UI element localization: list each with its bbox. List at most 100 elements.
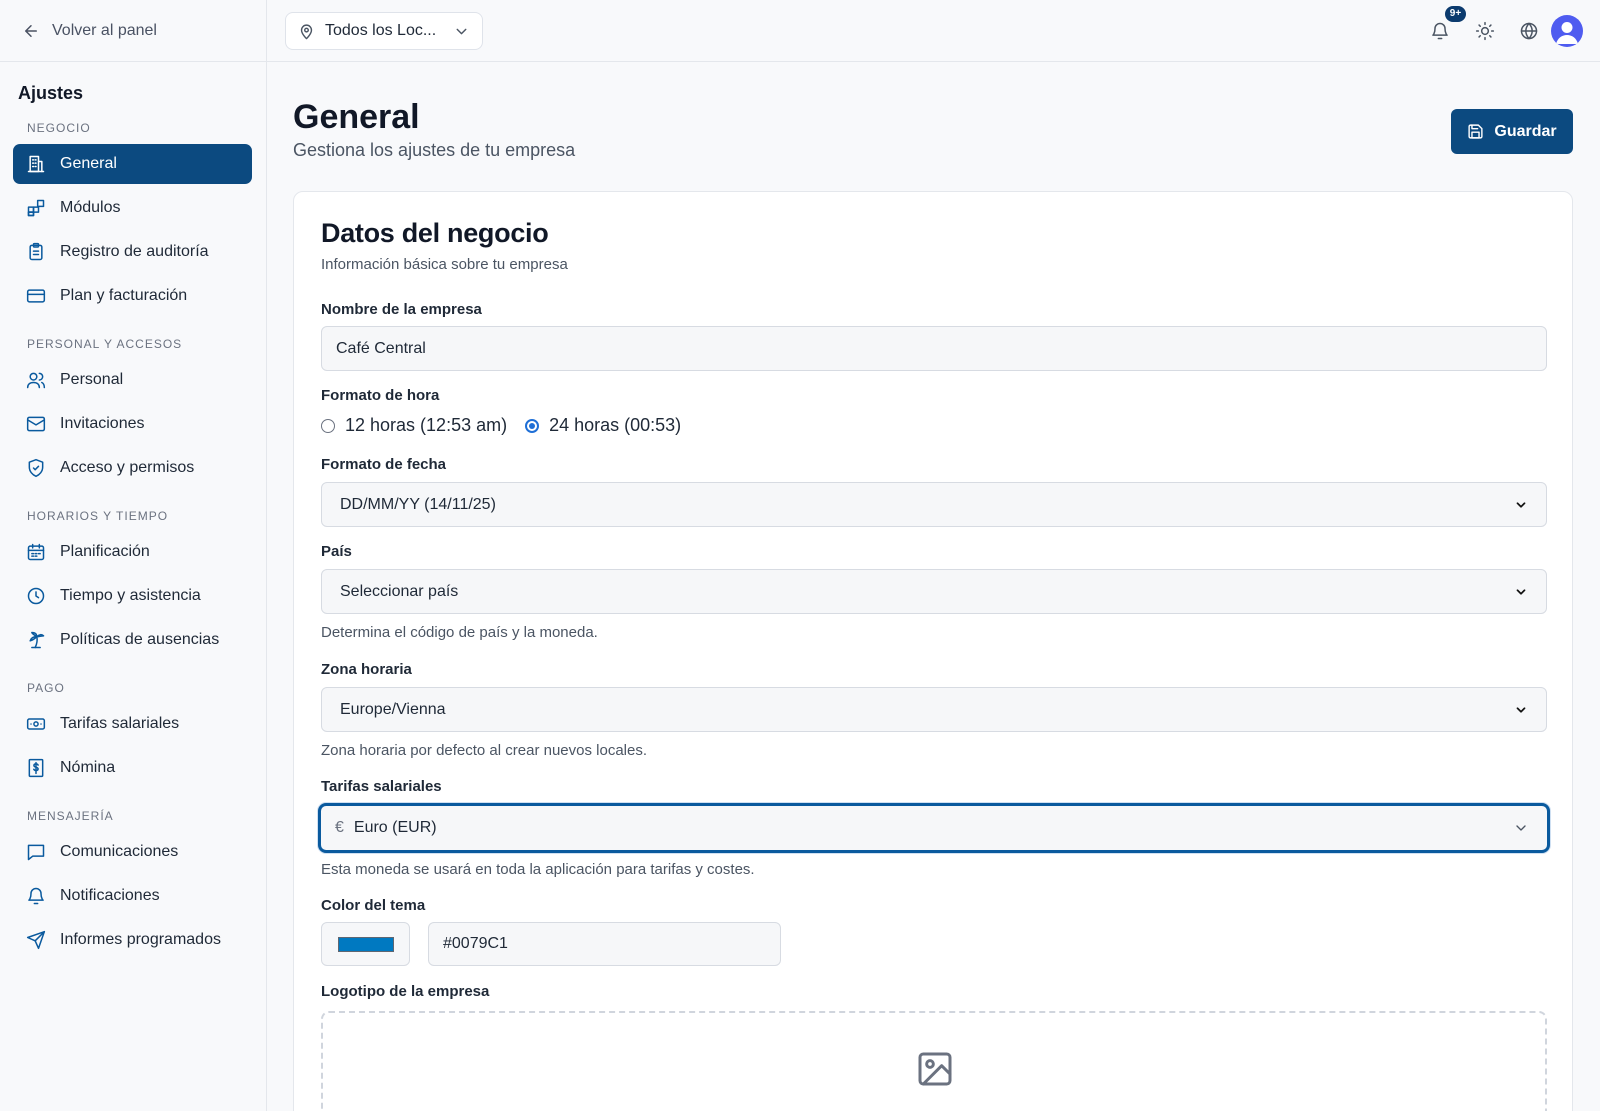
time-format-label: Formato de hora bbox=[321, 387, 440, 404]
date-format-label: Formato de fecha bbox=[321, 456, 447, 473]
section-label-horarios: HORARIOS Y TIEMPO bbox=[27, 509, 169, 523]
back-to-dashboard-link[interactable]: Volver al panel bbox=[0, 0, 266, 62]
banknote-icon bbox=[26, 718, 46, 730]
location-selector-label: Todos los Loc... bbox=[325, 22, 437, 39]
page-title: General bbox=[293, 98, 420, 136]
radio-12h-label[interactable]: 12 horas (12:53 am) bbox=[345, 415, 507, 436]
radio-24h-label[interactable]: 24 horas (00:53) bbox=[549, 415, 681, 436]
clock-icon bbox=[27, 587, 45, 605]
sidebar-item-billing[interactable]: Plan y facturación bbox=[13, 276, 252, 316]
chevron-down-icon bbox=[1516, 706, 1526, 713]
mail-icon bbox=[26, 416, 46, 432]
sidebar-item-label: Módulos bbox=[60, 199, 121, 216]
top-bar: Todos los Loc... bbox=[267, 0, 1600, 62]
sidebar-item-time-attendance[interactable]: Tiempo y asistencia bbox=[13, 576, 252, 616]
page-subtitle: Gestiona los ajustes de tu empresa bbox=[293, 140, 576, 160]
back-link-label: Volver al panel bbox=[52, 21, 157, 39]
sidebar-item-label: Políticas de ausencias bbox=[60, 631, 220, 648]
date-format-select[interactable]: DD/MM/YY (14/11/25) bbox=[321, 482, 1547, 527]
sidebar-item-absence-policies[interactable]: Políticas de ausencias bbox=[13, 620, 252, 660]
sidebar-item-scheduled-reports[interactable]: Informes programados bbox=[13, 920, 252, 960]
receipt-dollar-icon bbox=[28, 758, 44, 778]
sidebar-item-general[interactable]: General bbox=[13, 144, 252, 184]
currency-hint: Esta moneda se usará en toda la aplicaci… bbox=[321, 861, 755, 878]
sidebar-item-wage-rates[interactable]: Tarifas salariales bbox=[13, 704, 252, 744]
map-pin-icon bbox=[300, 23, 313, 39]
users-icon bbox=[26, 372, 46, 389]
sidebar-item-modulos[interactable]: Módulos bbox=[13, 188, 252, 228]
section-label-pago: PAGO bbox=[27, 681, 65, 695]
building-icon bbox=[27, 155, 45, 173]
card-title: Datos del negocio bbox=[321, 218, 549, 248]
country-value: Seleccionar país bbox=[340, 582, 459, 600]
palm-tree-icon bbox=[29, 631, 45, 649]
calendar-icon bbox=[27, 543, 45, 561]
sidebar-item-access[interactable]: Acceso y permisos bbox=[13, 448, 252, 488]
modules-icon bbox=[27, 199, 45, 217]
notification-badge: 9+ bbox=[1445, 6, 1466, 22]
timezone-label: Zona horaria bbox=[321, 661, 412, 678]
user-silhouette-icon bbox=[1556, 22, 1578, 44]
timezone-select[interactable]: Europe/Vienna bbox=[321, 687, 1547, 732]
save-button[interactable]: Guardar bbox=[1451, 109, 1573, 154]
image-icon bbox=[918, 1052, 952, 1086]
sidebar-item-comunicaciones[interactable]: Comunicaciones bbox=[13, 832, 252, 872]
globe-icon[interactable] bbox=[1519, 21, 1539, 41]
sidebar-item-invitaciones[interactable]: Invitaciones bbox=[13, 404, 252, 444]
sidebar-item-audit-log[interactable]: Registro de auditoría bbox=[13, 232, 252, 272]
settings-sidebar: Volver al panel Ajustes NEGOCIO General … bbox=[0, 0, 267, 1111]
date-format-value: DD/MM/YY (14/11/25) bbox=[340, 495, 496, 513]
arrow-left-icon bbox=[25, 24, 37, 37]
sidebar-item-label: Plan y facturación bbox=[60, 287, 188, 304]
section-label-mensajeria: MENSAJERÍA bbox=[27, 809, 114, 823]
currency-value: Euro (EUR) bbox=[353, 819, 437, 836]
sidebar-item-label: Personal bbox=[60, 371, 124, 388]
chevron-down-icon bbox=[1516, 501, 1526, 508]
notifications-bell-icon[interactable] bbox=[1430, 21, 1450, 41]
sidebar-item-nomina[interactable]: Nómina bbox=[13, 748, 252, 788]
sun-icon[interactable] bbox=[1475, 21, 1495, 41]
euro-icon: € bbox=[335, 819, 344, 836]
sidebar-item-label: Notificaciones bbox=[60, 887, 160, 904]
section-label-negocio: NEGOCIO bbox=[27, 121, 91, 135]
country-label: País bbox=[321, 543, 352, 560]
timezone-value: Europe/Vienna bbox=[340, 700, 446, 718]
sidebar-item-label: Invitaciones bbox=[60, 415, 145, 432]
sidebar-item-label: Comunicaciones bbox=[60, 843, 179, 860]
currency-select[interactable]: € Euro (EUR) bbox=[318, 803, 1550, 853]
country-select[interactable]: Seleccionar país bbox=[321, 569, 1547, 614]
theme-color-swatch bbox=[337, 936, 394, 952]
company-name-value: Café Central bbox=[336, 339, 426, 357]
save-icon bbox=[1468, 124, 1483, 139]
sidebar-item-label: Registro de auditoría bbox=[60, 243, 209, 260]
sidebar-item-personal[interactable]: Personal bbox=[13, 360, 252, 400]
shield-check-icon bbox=[28, 458, 44, 478]
location-selector[interactable]: Todos los Loc... bbox=[285, 12, 483, 50]
radio-12h[interactable] bbox=[321, 418, 335, 433]
logo-label: Logotipo de la empresa bbox=[321, 983, 490, 1000]
theme-color-hex-input[interactable]: #0079C1 bbox=[428, 922, 781, 966]
sidebar-item-label: Informes programados bbox=[60, 931, 221, 948]
user-avatar[interactable] bbox=[1551, 15, 1583, 47]
radio-24h[interactable] bbox=[525, 418, 540, 433]
sidebar-item-notificaciones[interactable]: Notificaciones bbox=[13, 876, 252, 916]
sidebar-item-label: Acceso y permisos bbox=[60, 459, 195, 476]
sidebar-item-label: Planificación bbox=[60, 543, 150, 560]
timezone-hint: Zona horaria por defecto al crear nuevos… bbox=[321, 742, 648, 759]
credit-card-icon bbox=[26, 289, 46, 303]
save-button-label: Guardar bbox=[1494, 122, 1557, 140]
bell-icon bbox=[28, 887, 44, 905]
time-format-radio-group: 12 horas (12:53 am) 24 horas (00:53) bbox=[321, 415, 681, 436]
business-data-card: Datos del negocio Información básica sob… bbox=[293, 191, 1573, 1111]
chevron-down-icon bbox=[1516, 825, 1526, 831]
message-square-icon bbox=[27, 844, 45, 861]
company-name-input[interactable]: Café Central bbox=[321, 326, 1547, 371]
currency-label: Tarifas salariales bbox=[321, 778, 442, 795]
sidebar-item-label: Tarifas salariales bbox=[60, 715, 180, 732]
sidebar-item-planificacion[interactable]: Planificación bbox=[13, 532, 252, 572]
card-subtitle: Información básica sobre tu empresa bbox=[321, 256, 568, 273]
theme-color-picker[interactable] bbox=[321, 922, 410, 966]
company-name-label: Nombre de la empresa bbox=[321, 301, 482, 318]
chevron-down-icon bbox=[1516, 588, 1526, 595]
logo-dropzone[interactable] bbox=[321, 1011, 1547, 1111]
